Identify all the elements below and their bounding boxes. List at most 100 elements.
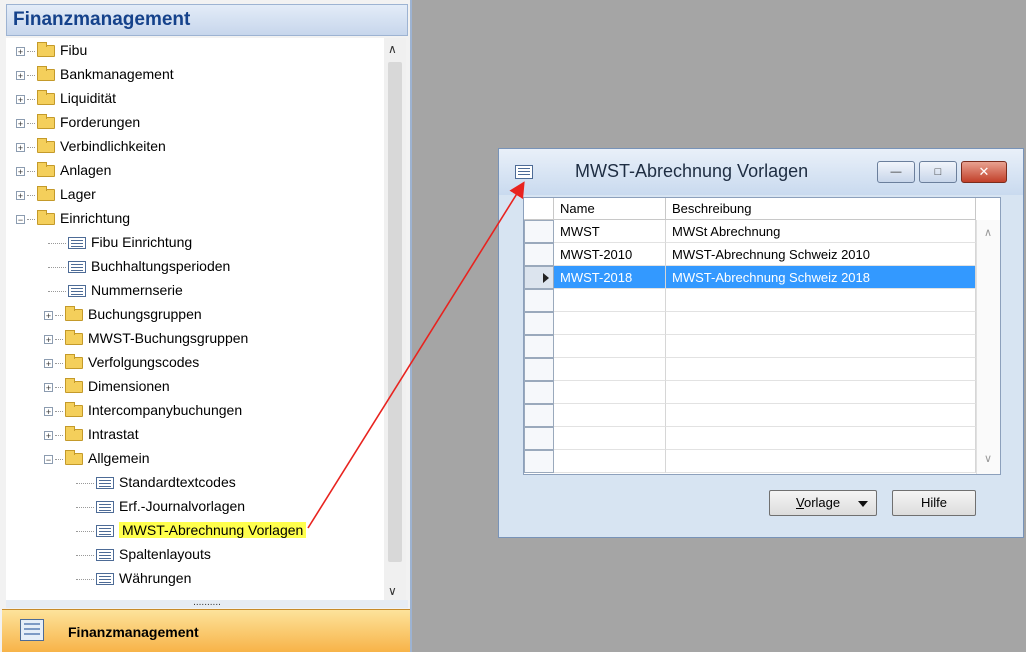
row-selector[interactable] bbox=[524, 404, 554, 427]
cell-name[interactable] bbox=[554, 381, 666, 404]
row-selector[interactable] bbox=[524, 266, 554, 289]
column-header-name[interactable]: Name bbox=[554, 198, 666, 220]
dialog-titlebar[interactable]: MWST-Abrechnung Vorlagen — □ ✕ bbox=[499, 149, 1023, 195]
cell-beschreibung[interactable]: MWSt Abrechnung bbox=[666, 220, 976, 243]
minimize-button[interactable]: — bbox=[877, 161, 915, 183]
expand-icon[interactable]: + bbox=[44, 358, 53, 368]
tree-item[interactable]: + Anlagen bbox=[16, 158, 111, 182]
tree-item[interactable]: + Dimensionen bbox=[44, 374, 170, 398]
tree-item[interactable]: + Lager bbox=[16, 182, 96, 206]
tree-item[interactable]: + Liquidität bbox=[16, 86, 116, 110]
close-button[interactable]: ✕ bbox=[961, 161, 1007, 183]
cell-beschreibung[interactable] bbox=[666, 427, 976, 450]
tree-item[interactable]: MWST-Abrechnung Vorlagen bbox=[72, 518, 307, 542]
expand-icon[interactable]: + bbox=[16, 142, 25, 152]
cell-beschreibung[interactable] bbox=[666, 404, 976, 427]
scroll-down-icon[interactable]: ∨ bbox=[388, 584, 397, 598]
tree-item[interactable]: Nummernserie bbox=[44, 278, 183, 302]
scroll-up-icon[interactable]: ∧ bbox=[984, 226, 992, 239]
tree-item[interactable]: + MWST-Buchungsgruppen bbox=[44, 326, 248, 350]
cell-beschreibung[interactable] bbox=[666, 312, 976, 335]
cell-name[interactable] bbox=[554, 404, 666, 427]
cell-beschreibung[interactable] bbox=[666, 381, 976, 404]
cell-name[interactable]: MWST bbox=[554, 220, 666, 243]
tree-item[interactable]: Erf.-Journalvorlagen bbox=[72, 494, 245, 518]
tree-item[interactable]: + Buchungsgruppen bbox=[44, 302, 202, 326]
tree-item[interactable]: + Bankmanagement bbox=[16, 62, 174, 86]
vorlage-menu-button[interactable]: Vorlage bbox=[769, 490, 877, 516]
expand-icon[interactable]: + bbox=[44, 334, 53, 344]
tree-item[interactable]: Standardtextcodes bbox=[72, 470, 236, 494]
tree-item[interactable]: − Allgemein bbox=[44, 446, 149, 470]
table-row[interactable] bbox=[524, 404, 1000, 427]
row-selector[interactable] bbox=[524, 335, 554, 358]
cell-name[interactable] bbox=[554, 312, 666, 335]
grid-scrollbar[interactable]: ∧ ∨ bbox=[976, 220, 1000, 474]
tree-scrollbar[interactable]: ∧ ∨ bbox=[384, 38, 406, 600]
row-selector[interactable] bbox=[524, 450, 554, 473]
cell-name[interactable] bbox=[554, 335, 666, 358]
row-selector[interactable] bbox=[524, 220, 554, 243]
expand-icon[interactable]: + bbox=[16, 166, 25, 176]
table-row[interactable] bbox=[524, 381, 1000, 404]
expand-icon[interactable]: + bbox=[16, 46, 25, 56]
tree-item[interactable]: + Intrastat bbox=[44, 422, 139, 446]
expand-icon[interactable]: + bbox=[16, 70, 25, 80]
cell-name[interactable] bbox=[554, 450, 666, 473]
cell-beschreibung[interactable] bbox=[666, 289, 976, 312]
tree-item[interactable]: Fibu Einrichtung bbox=[44, 230, 192, 254]
expand-icon[interactable]: + bbox=[44, 430, 53, 440]
row-selector[interactable] bbox=[524, 427, 554, 450]
cell-name[interactable] bbox=[554, 358, 666, 381]
tree-item[interactable]: + Verbindlichkeiten bbox=[16, 134, 166, 158]
table-row[interactable] bbox=[524, 289, 1000, 312]
collapse-icon[interactable]: − bbox=[16, 214, 25, 224]
table-row[interactable]: MWST MWSt Abrechnung bbox=[524, 220, 1000, 243]
expand-icon[interactable]: + bbox=[44, 406, 53, 416]
expand-icon[interactable]: + bbox=[44, 382, 53, 392]
cell-name[interactable]: MWST-2010 bbox=[554, 243, 666, 266]
row-selector[interactable] bbox=[524, 381, 554, 404]
table-row[interactable] bbox=[524, 450, 1000, 473]
column-header-beschreibung[interactable]: Beschreibung bbox=[666, 198, 976, 220]
cell-beschreibung[interactable]: MWST-Abrechnung Schweiz 2018 bbox=[666, 266, 976, 289]
row-selector[interactable] bbox=[524, 312, 554, 335]
expand-icon[interactable]: + bbox=[44, 310, 53, 320]
scroll-down-icon[interactable]: ∨ bbox=[984, 452, 992, 465]
maximize-button[interactable]: □ bbox=[919, 161, 957, 183]
cell-name[interactable] bbox=[554, 289, 666, 312]
tree-item[interactable]: + Forderungen bbox=[16, 110, 140, 134]
finanzmanagement-button[interactable]: Finanzmanagement bbox=[2, 609, 410, 652]
tree-item[interactable]: + Fibu bbox=[16, 38, 87, 62]
cell-beschreibung[interactable] bbox=[666, 450, 976, 473]
row-selector[interactable] bbox=[524, 243, 554, 266]
tree-item[interactable]: Buchhaltungsperioden bbox=[44, 254, 230, 278]
hilfe-button[interactable]: Hilfe bbox=[892, 490, 976, 516]
tree-item[interactable]: + Intercompanybuchungen bbox=[44, 398, 242, 422]
tree-item[interactable]: Spaltenlayouts bbox=[72, 542, 211, 566]
tree-item[interactable]: Währungen bbox=[72, 566, 191, 590]
cell-beschreibung[interactable]: MWST-Abrechnung Schweiz 2010 bbox=[666, 243, 976, 266]
expand-icon[interactable]: + bbox=[16, 118, 25, 128]
table-row[interactable] bbox=[524, 312, 1000, 335]
table-row[interactable] bbox=[524, 358, 1000, 381]
cell-name[interactable]: MWST-2018 bbox=[554, 266, 666, 289]
collapse-icon[interactable]: − bbox=[44, 454, 53, 464]
cell-name[interactable] bbox=[554, 427, 666, 450]
table-row[interactable]: MWST-2018 MWST-Abrechnung Schweiz 2018 bbox=[524, 266, 1000, 289]
expand-icon[interactable]: + bbox=[16, 94, 25, 104]
table-row[interactable]: MWST-2010 MWST-Abrechnung Schweiz 2010 bbox=[524, 243, 1000, 266]
table-row[interactable] bbox=[524, 335, 1000, 358]
dropdown-arrow-icon bbox=[858, 501, 868, 507]
cell-beschreibung[interactable] bbox=[666, 358, 976, 381]
table-row[interactable] bbox=[524, 427, 1000, 450]
tree-item[interactable]: − Einrichtung bbox=[16, 206, 130, 230]
scroll-thumb[interactable] bbox=[388, 62, 402, 562]
expand-icon[interactable]: + bbox=[16, 190, 25, 200]
scroll-up-icon[interactable]: ∧ bbox=[388, 42, 397, 56]
cell-beschreibung[interactable] bbox=[666, 335, 976, 358]
tree-item[interactable]: + Verfolgungscodes bbox=[44, 350, 199, 374]
pane-splitter[interactable]: .......... bbox=[6, 598, 408, 608]
row-selector[interactable] bbox=[524, 358, 554, 381]
row-selector[interactable] bbox=[524, 289, 554, 312]
